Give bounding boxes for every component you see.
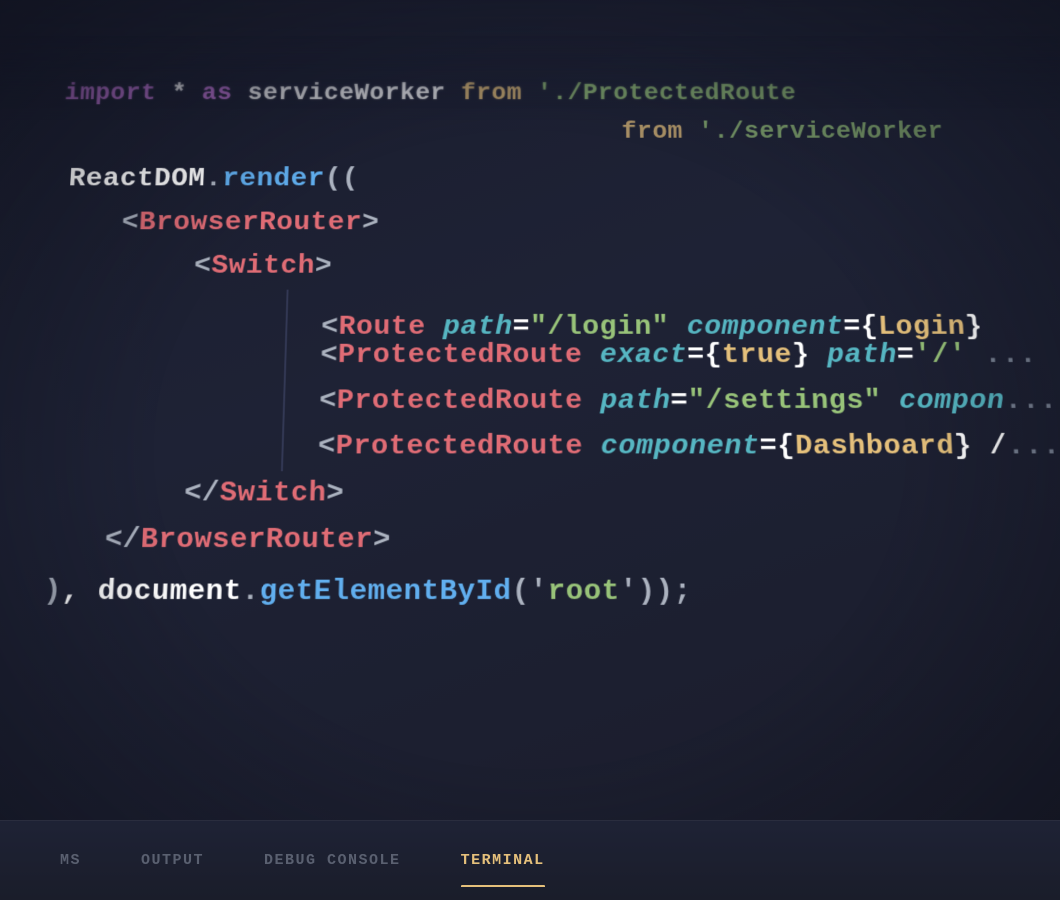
brace-close: } [791, 334, 828, 379]
code-text: serviceWorker [232, 75, 462, 113]
tag-protected-2: ProtectedRoute [336, 379, 583, 425]
space [583, 379, 601, 425]
jsx-open: < [317, 425, 336, 471]
ellipsis-2: ... [1003, 379, 1059, 425]
tab-terminal[interactable]: TERMINAL [431, 834, 575, 887]
keyword-import: import [64, 75, 158, 113]
tag-switch-close: Switch [219, 471, 327, 518]
brace-close-2: } / [953, 425, 1009, 471]
equals-3: = [670, 379, 688, 425]
code-line-2: from './serviceWorker [621, 113, 980, 151]
code-line-9: < ProtectedRoute component ={ Dashboard … [281, 425, 999, 471]
brace-open-2: ={ [759, 425, 796, 471]
code-line-4: < BrowserRouter > [121, 202, 986, 246]
indent-guide-4 [281, 425, 300, 471]
dot-2: . [241, 569, 261, 617]
attr-path-3: path [600, 379, 671, 425]
tag-browserrouter-close: BrowserRouter [139, 518, 373, 565]
path-root: '/' [913, 334, 968, 379]
code-text [522, 75, 537, 113]
bottom-panel: MS OUTPUT DEBUG CONSOLE TERMINAL [0, 820, 1060, 900]
val-dashboard: Dashboard [794, 425, 955, 471]
keyword-from: from [461, 75, 522, 113]
code-line-8: < ProtectedRoute path = "/settings" comp… [282, 379, 996, 425]
code-line-1: import * as serviceWorker from './Protec… [64, 75, 979, 113]
jsx-open: < [319, 379, 338, 425]
render-func: render [221, 159, 325, 202]
keyword-from-2: from [621, 113, 683, 151]
attr-component-2: compon [898, 379, 1006, 425]
ellipsis: ... [966, 334, 1039, 379]
keyword-as: as [201, 75, 233, 113]
code-line-10: </ Switch > [183, 471, 1002, 518]
space-2 [880, 379, 900, 425]
attr-component-3: component [601, 425, 761, 471]
jsx-open: < [320, 334, 339, 379]
attr-path-2: path [826, 334, 898, 379]
code-line-11: </ BrowserRouter > [104, 518, 1005, 565]
code-text [683, 113, 699, 151]
reactdom-text: ReactDOM [67, 159, 206, 202]
root-string: root [548, 569, 620, 617]
tab-ms[interactable]: MS [30, 834, 111, 887]
val-true: true [722, 334, 793, 379]
jsx-close-open: </ [183, 471, 220, 518]
code-line-12: ) , document . getElementById (' root ')… [42, 569, 1008, 617]
tag-protected-1: ProtectedRoute [337, 334, 582, 379]
jsx-open: < [193, 245, 212, 289]
ellipsis-3: ... [1006, 425, 1060, 471]
code-text: * [155, 75, 202, 113]
import-path-2: './serviceWorker [698, 113, 945, 151]
jsx-close-open-2: </ [104, 518, 142, 565]
jsx-close: > [314, 245, 332, 289]
attr-exact: exact [600, 334, 688, 379]
jsx-close: > [362, 202, 380, 246]
editor-container: import * as serviceWorker from './Protec… [0, 0, 1060, 900]
code-line-5: < Switch > [193, 245, 989, 289]
jsx-close-close: > [326, 471, 345, 518]
tag-browserrouter-open: BrowserRouter [138, 202, 363, 246]
tag-protected-3: ProtectedRoute [335, 425, 583, 471]
code-line-6: < Route path = "/login" component ={ Log… [285, 289, 991, 334]
tab-output[interactable]: OUTPUT [111, 834, 234, 887]
jsx-close-close-2: > [373, 518, 392, 565]
tab-debug-console[interactable]: DEBUG CONSOLE [234, 834, 431, 887]
code-line-7: < ProtectedRoute exact ={ true } path = … [284, 334, 994, 379]
brace-open: ={ [687, 334, 723, 379]
comma: , [60, 569, 99, 617]
bracket: (( [324, 159, 359, 202]
code-line-3: ReactDOM . render (( [67, 159, 983, 202]
code-area: import * as serviceWorker from './Protec… [0, 58, 1060, 820]
space [582, 334, 600, 379]
indent-guide [285, 289, 303, 334]
getelementbyid-func: getElementById [259, 569, 512, 617]
paren-close: ')); [619, 569, 692, 617]
path-settings: "/settings" [688, 379, 883, 425]
indent-guide-3 [282, 379, 300, 425]
space [583, 425, 601, 471]
equals-2: = [896, 334, 916, 379]
import-path: './ProtectedRoute [537, 75, 797, 113]
dot: . [204, 159, 223, 202]
tag-switch-open: Switch [210, 245, 315, 289]
paren-open: (' [512, 569, 548, 617]
document-text: document [96, 569, 242, 617]
indent-guide-2 [284, 334, 302, 379]
